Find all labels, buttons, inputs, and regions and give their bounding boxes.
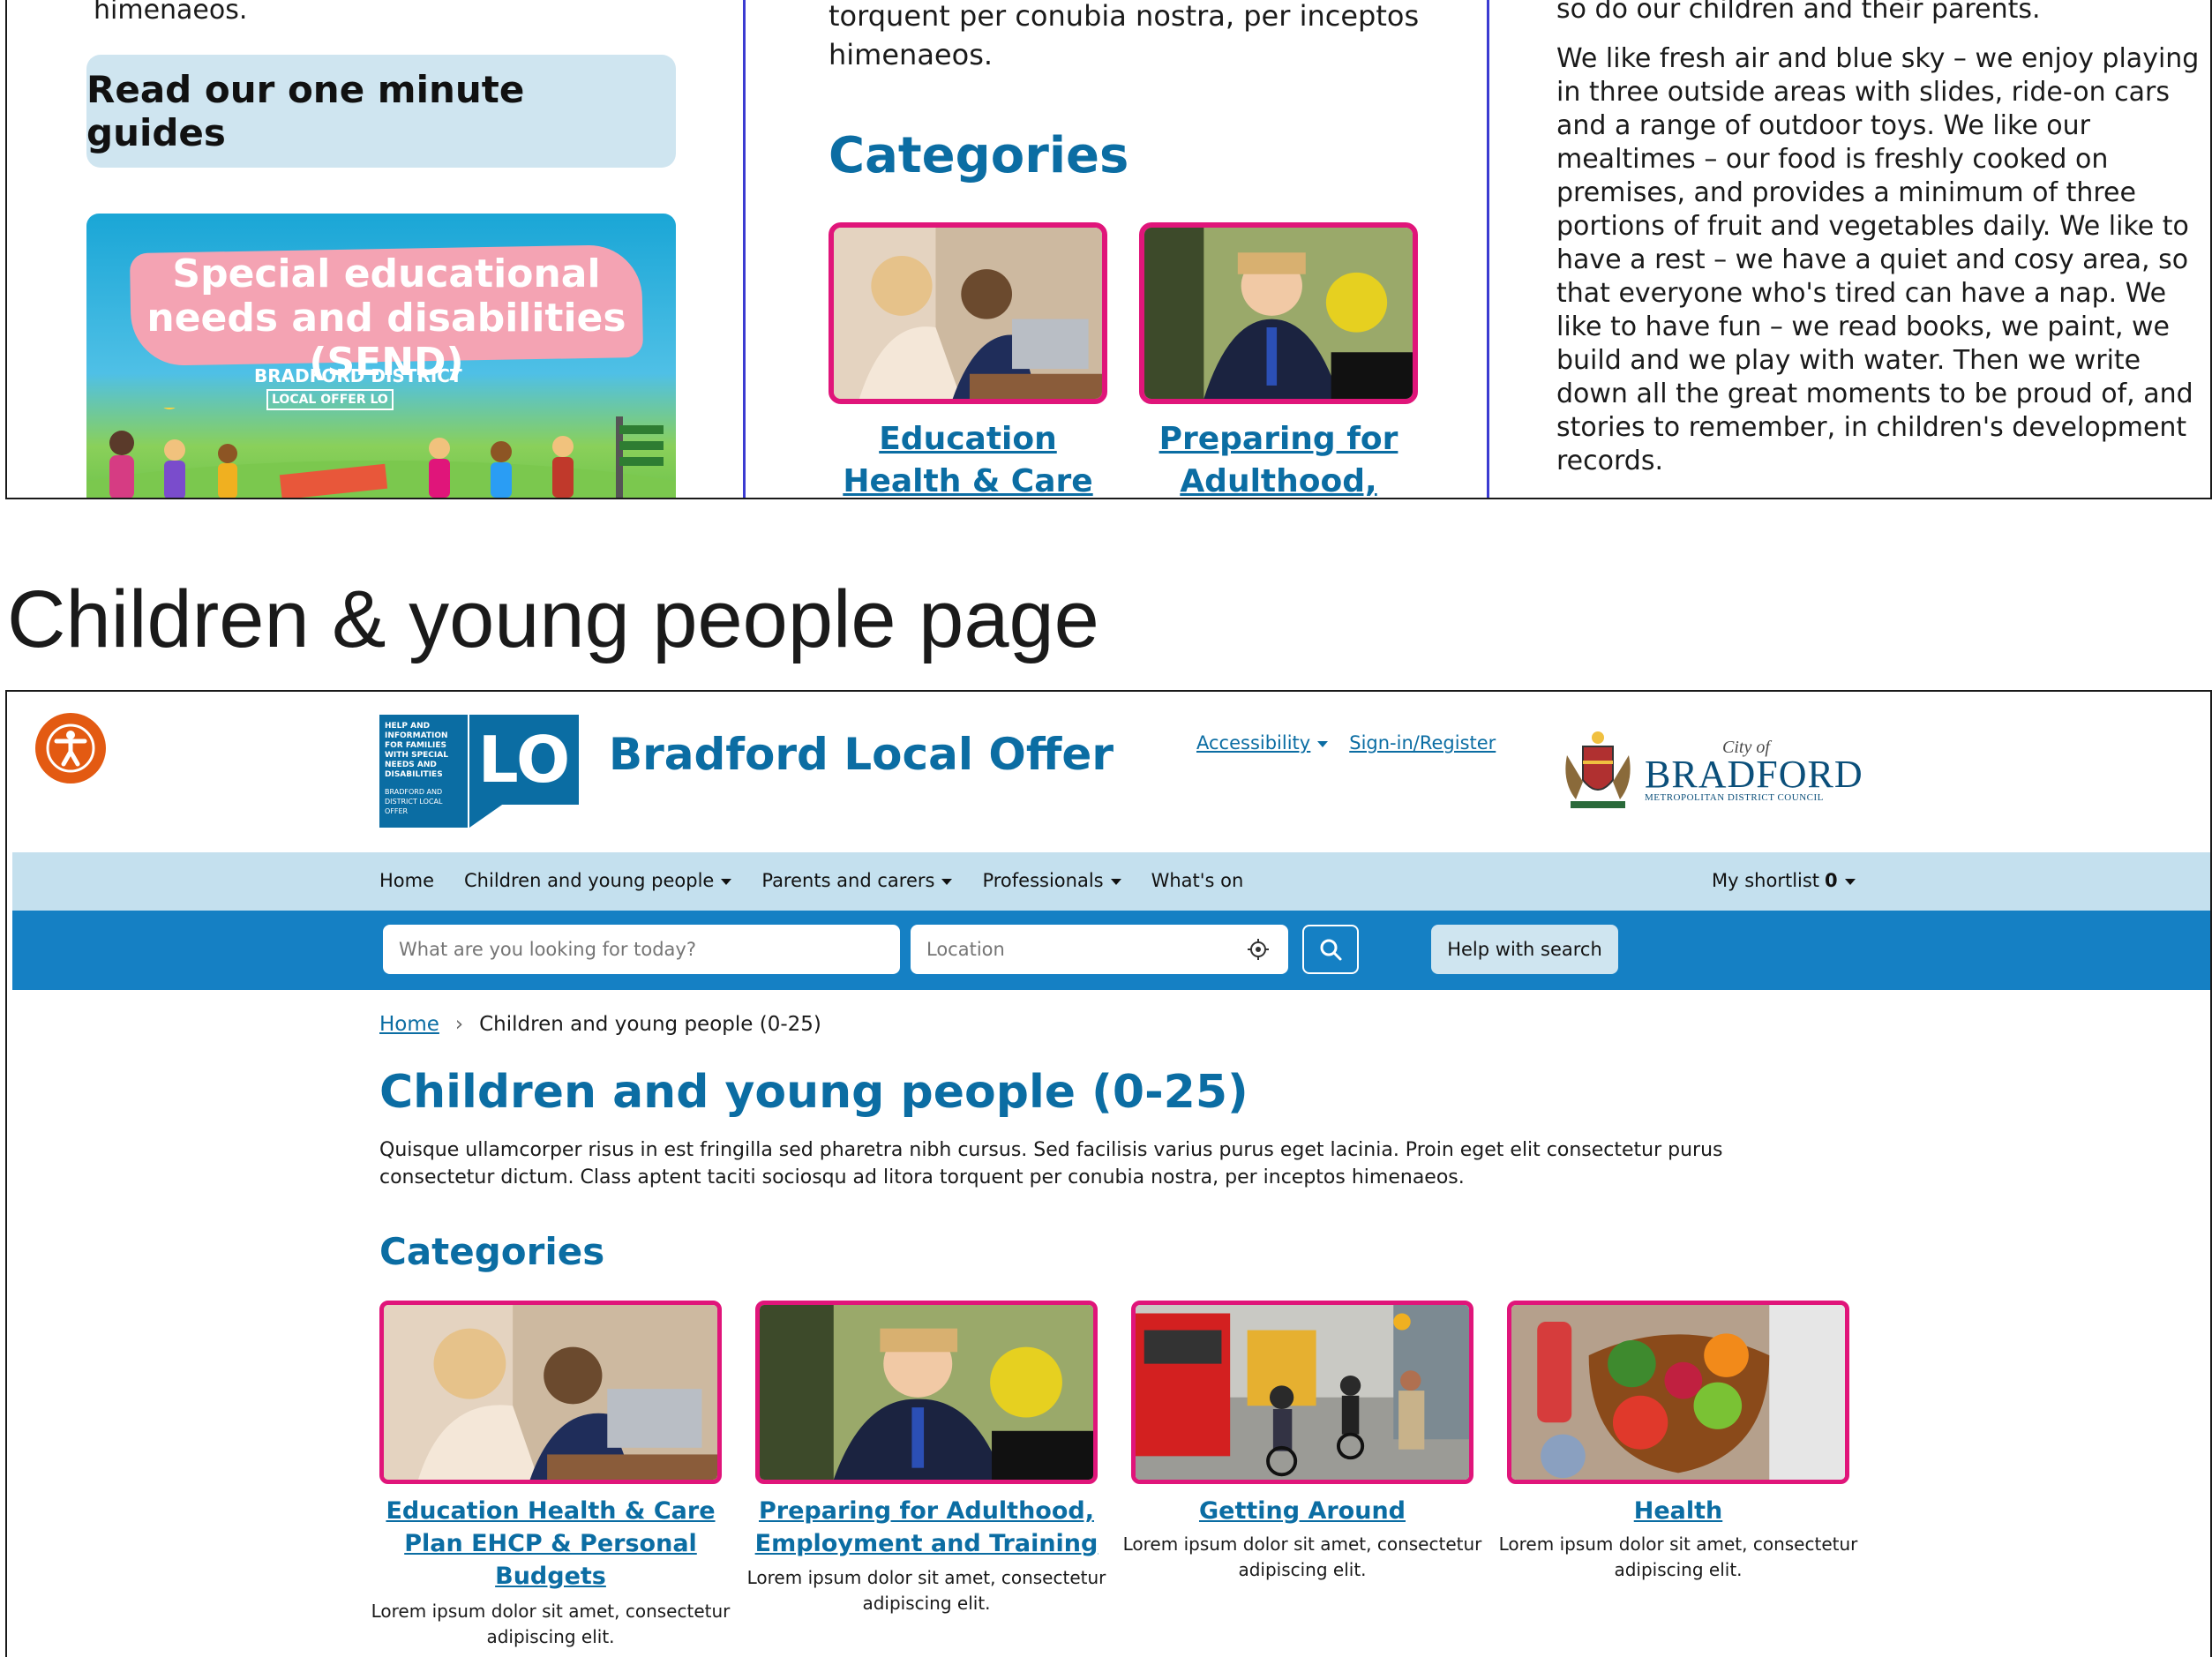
caret-down-icon — [941, 878, 953, 885]
accessibility-menu-link[interactable]: Accessibility — [1196, 732, 1329, 754]
previous-page-crop: himenaeos. Read our one minute guides Sp… — [5, 0, 2212, 499]
utility-links: Accessibility Sign-in/Register — [1196, 732, 1496, 754]
nav-parents[interactable]: Parents and carers — [761, 870, 953, 891]
breadcrumb-chevron-icon: › — [454, 1013, 464, 1036]
shortlist-menu[interactable]: My shortlist 0 — [1712, 870, 1856, 891]
caret-down-icon — [1317, 740, 1329, 747]
categories-heading: Categories — [379, 1230, 605, 1273]
send-banner-illustration — [86, 408, 676, 498]
category-desc-getting-around: Lorem ipsum dolor sit amet, consectetur … — [1122, 1533, 1482, 1580]
mini-card-image-adulthood[interactable] — [1139, 222, 1418, 404]
middle-categories-heading: Categories — [829, 127, 1129, 184]
site-title[interactable]: Bradford Local Offer — [609, 729, 1113, 780]
breadcrumb: Home › Children and young people (0-25) — [379, 1013, 821, 1036]
right-tail-text: so do our children and their parents. — [1556, 0, 2041, 25]
search-button[interactable] — [1302, 925, 1359, 974]
locate-icon[interactable] — [1246, 937, 1271, 962]
children-young-people-page: HELP AND INFORMATION FOR FAMILIES WITH S… — [5, 690, 2212, 1657]
shortlist-count: 0 — [1825, 870, 1838, 891]
category-image-health[interactable] — [1507, 1301, 1849, 1484]
category-image-ehcp[interactable] — [379, 1301, 722, 1484]
mini-card-image-ehcp[interactable] — [829, 222, 1107, 404]
caret-down-icon — [721, 878, 732, 885]
right-paragraph: We like fresh air and blue sky – we enjo… — [1556, 43, 2200, 476]
search-icon — [1320, 939, 1342, 961]
left-tail-text: himenaeos. — [94, 0, 248, 26]
council-logo[interactable]: City of BRADFORD METROPOLITAN DISTRICT C… — [1558, 729, 1863, 814]
council-subtitle: METROPOLITAN DISTRICT COUNCIL — [1645, 792, 1824, 803]
mini-card-link-adulthood[interactable]: Preparing for Adulthood, — [1139, 418, 1418, 498]
right-column: so do our children and their parents. We… — [1556, 0, 2209, 494]
section-heading: Children & young people page — [7, 574, 1099, 664]
left-column: himenaeos. Read our one minute guides Sp… — [86, 0, 686, 498]
location-input[interactable] — [911, 925, 1288, 974]
search-input[interactable] — [383, 925, 900, 974]
one-minute-guides-button[interactable]: Read our one minute guides — [86, 55, 676, 168]
accessibility-button[interactable] — [35, 713, 106, 784]
breadcrumb-home[interactable]: Home — [379, 1013, 439, 1036]
category-desc-adulthood: Lorem ipsum dolor sit amet, consectetur … — [746, 1567, 1106, 1614]
middle-column: torquent per conubia nostra, per incepto… — [743, 0, 1489, 498]
category-image-adulthood[interactable] — [755, 1301, 1098, 1484]
category-link-ehcp[interactable]: Education Health & Care Plan EHCP & Pers… — [365, 1495, 736, 1593]
help-with-search-button[interactable]: Help with search — [1431, 925, 1618, 974]
breadcrumb-current: Children and young people (0-25) — [479, 1013, 821, 1036]
logo-speech-tail — [469, 803, 505, 828]
send-banner-subtitle: BRADFORD DISTRICT LOCAL OFFER LO — [254, 365, 519, 410]
page-description: Quisque ullamcorper risus in est fringil… — [379, 1139, 1723, 1188]
nav-home[interactable]: Home — [379, 870, 434, 891]
caret-down-icon — [1110, 878, 1121, 885]
main-nav: Home Children and young people Parents a… — [12, 852, 2210, 911]
send-banner[interactable]: Special educational needs and disabiliti… — [86, 214, 676, 498]
mini-card-link-ehcp[interactable]: Education Health & Care Plan EHCP — [829, 418, 1107, 498]
category-desc-health: Lorem ipsum dolor sit amet, consectetur … — [1498, 1533, 1858, 1580]
category-desc-ehcp: Lorem ipsum dolor sit amet, consectetur … — [371, 1601, 731, 1647]
nav-professionals[interactable]: Professionals — [982, 870, 1121, 891]
accessibility-icon — [46, 724, 95, 773]
page-title: Children and young people (0-25) — [379, 1066, 1248, 1119]
sign-in-link[interactable]: Sign-in/Register — [1349, 732, 1496, 754]
caret-down-icon — [1844, 878, 1856, 885]
middle-tail-text: torquent per conubia nostra, per incepto… — [829, 0, 1420, 71]
nav-children[interactable]: Children and young people — [464, 870, 732, 891]
council-crest-icon — [1565, 731, 1631, 808]
nav-whats-on[interactable]: What's on — [1151, 870, 1244, 891]
council-name: BRADFORD — [1645, 753, 1863, 796]
search-bar: Help with search — [12, 911, 2210, 990]
logo-text-block[interactable]: HELP AND INFORMATION FOR FAMILIES WITH S… — [379, 715, 468, 828]
category-image-getting-around[interactable] — [1131, 1301, 1473, 1484]
category-link-adulthood[interactable]: Preparing for Adulthood, Employment and … — [741, 1495, 1112, 1560]
logo-mark[interactable]: LO — [469, 715, 579, 805]
category-link-health[interactable]: Health — [1493, 1495, 1863, 1527]
category-link-getting-around[interactable]: Getting Around — [1117, 1495, 1488, 1527]
